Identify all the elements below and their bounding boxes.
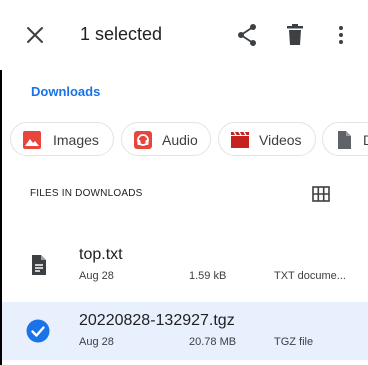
document-icon (338, 131, 351, 149)
file-row-tgz[interactable]: 20220828-132927.tgz Aug 28 20.78 MB TGZ … (2, 302, 368, 360)
video-icon (231, 131, 249, 148)
chip-documents[interactable]: D (322, 122, 368, 156)
share-icon[interactable] (235, 22, 259, 48)
file-type: TXT docume... (274, 270, 346, 282)
file-row-top-txt[interactable]: top.txt Aug 28 1.59 kB TXT docume... (2, 236, 368, 294)
chip-audio-label: Audio (162, 132, 198, 148)
chip-images-label: Images (53, 132, 99, 148)
category-chips: Images Audio Videos D (0, 120, 368, 158)
section-heading: FILES IN DOWNLOADS (30, 188, 143, 199)
selection-count-title: 1 selected (80, 24, 163, 44)
file-size: 1.59 kB (189, 270, 227, 282)
audio-icon (134, 131, 152, 149)
selection-toolbar: 1 selected (0, 0, 368, 70)
delete-icon[interactable] (284, 22, 306, 48)
chip-documents-label: D (363, 132, 368, 148)
file-date: Aug 28 (79, 336, 114, 348)
file-type: TGZ file (274, 336, 314, 348)
chip-images[interactable]: Images (10, 122, 114, 156)
file-date: Aug 28 (79, 270, 114, 282)
text-file-icon (32, 255, 46, 275)
more-vert-icon[interactable] (333, 22, 349, 48)
file-name: 20220828-132927.tgz (79, 312, 235, 329)
chip-audio[interactable]: Audio (121, 122, 211, 156)
breadcrumb-downloads[interactable]: Downloads (31, 84, 100, 99)
file-name: top.txt (79, 246, 123, 263)
grid-view-icon[interactable] (312, 186, 330, 202)
chip-videos[interactable]: Videos (218, 122, 316, 156)
image-icon (23, 131, 41, 149)
chip-videos-label: Videos (259, 132, 302, 148)
check-circle-icon[interactable] (26, 319, 50, 343)
close-icon[interactable] (22, 22, 48, 48)
file-size: 20.78 MB (189, 336, 237, 348)
